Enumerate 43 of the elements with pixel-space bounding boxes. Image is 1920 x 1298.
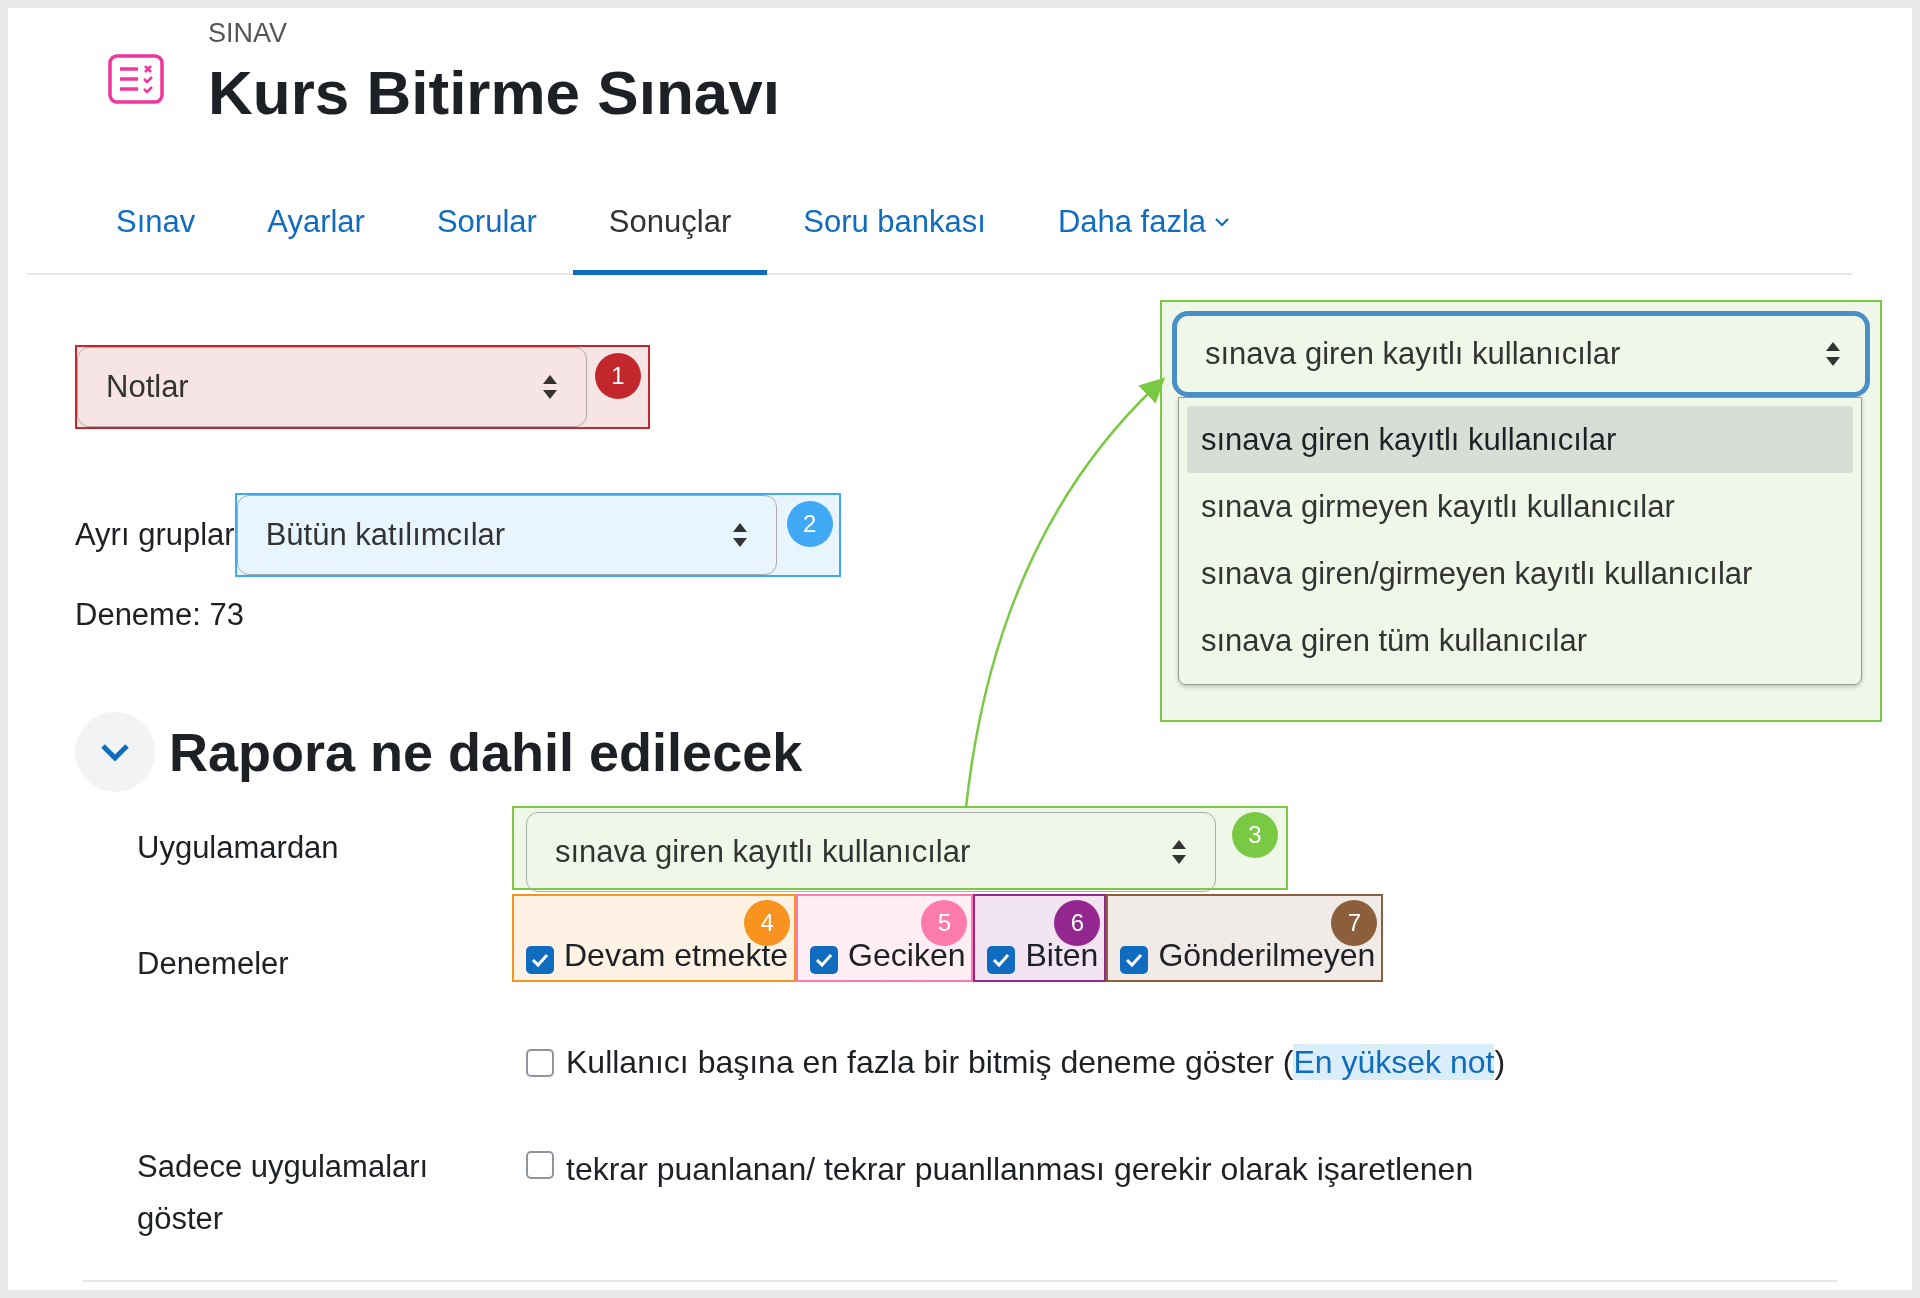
- nav-tab[interactable]: Sonuçlar: [572, 178, 768, 275]
- nav-tab[interactable]: Daha fazla: [1021, 178, 1267, 275]
- number-badge: 2: [786, 501, 833, 547]
- number-badge: 6: [1054, 900, 1101, 946]
- activity-type-label: SINAV: [208, 18, 289, 49]
- checkbox[interactable]: [526, 1151, 554, 1179]
- number-badge: 7: [1331, 900, 1378, 946]
- checkbox[interactable]: [526, 1048, 554, 1077]
- number-badge: 3: [1232, 812, 1278, 858]
- field-label: Sadece uygulamaları göster: [137, 1148, 430, 1238]
- chevron-down-icon: [1214, 217, 1231, 227]
- quiz-checklist-icon: [108, 54, 164, 104]
- nav-tab[interactable]: Sınav: [80, 178, 232, 275]
- checkbox[interactable]: [1120, 946, 1149, 974]
- checkbox-label: Kullanıcı başına en fazla bir bitmiş deneme göster (En yüksek not): [566, 1044, 1506, 1081]
- dropdown-option[interactable]: sınava giren/girmeyen kayıtlı kullanıcılar: [1187, 540, 1853, 607]
- sort-caret-icon: [1825, 341, 1841, 367]
- users-select[interactable]: sınava giren kayıtlı kullanıcılar: [526, 812, 1216, 892]
- sort-caret-icon: [542, 374, 558, 400]
- nav-tab[interactable]: Soru bankası: [767, 178, 1022, 275]
- field-label: Uygulamardan: [137, 830, 340, 866]
- dropdown-option[interactable]: sınava giren kayıtlı kullanıcılar: [1187, 406, 1853, 473]
- checkbox[interactable]: [810, 946, 839, 974]
- checkbox[interactable]: [987, 946, 1016, 974]
- nav-tab[interactable]: Ayarlar: [231, 178, 401, 275]
- attempt-count: Deneme: 73: [75, 597, 244, 633]
- sort-caret-icon: [1171, 839, 1187, 865]
- report-select[interactable]: Notlar: [77, 347, 587, 427]
- number-badge: 5: [921, 900, 968, 946]
- nav-tab[interactable]: Sorular: [400, 178, 573, 275]
- checkbox-label: tekrar puanlanan/ tekrar puanllanması gerekir olarak işaretlenen: [566, 1151, 1474, 1189]
- section-heading: Rapora ne dahil edilecek: [169, 721, 803, 783]
- highest-grade-link[interactable]: En yüksek not: [1293, 1044, 1495, 1080]
- users-select[interactable]: sınava giren kayıtlı kullanıcılar: [1172, 311, 1870, 397]
- field-label: Denemeler: [137, 946, 290, 982]
- number-badge: 1: [595, 353, 641, 399]
- dropdown-option[interactable]: sınava girmeyen kayıtlı kullanıcılar: [1187, 473, 1853, 540]
- checkbox[interactable]: [526, 946, 554, 974]
- page-title: Kurs Bitirme Sınavı: [208, 57, 780, 128]
- field-label: Ayrı gruplar: [75, 517, 235, 553]
- group-select[interactable]: Bütün katılımcılar: [236, 495, 777, 575]
- dropdown-option[interactable]: sınava giren tüm kullanıcılar: [1187, 607, 1853, 674]
- sort-caret-icon: [731, 522, 748, 548]
